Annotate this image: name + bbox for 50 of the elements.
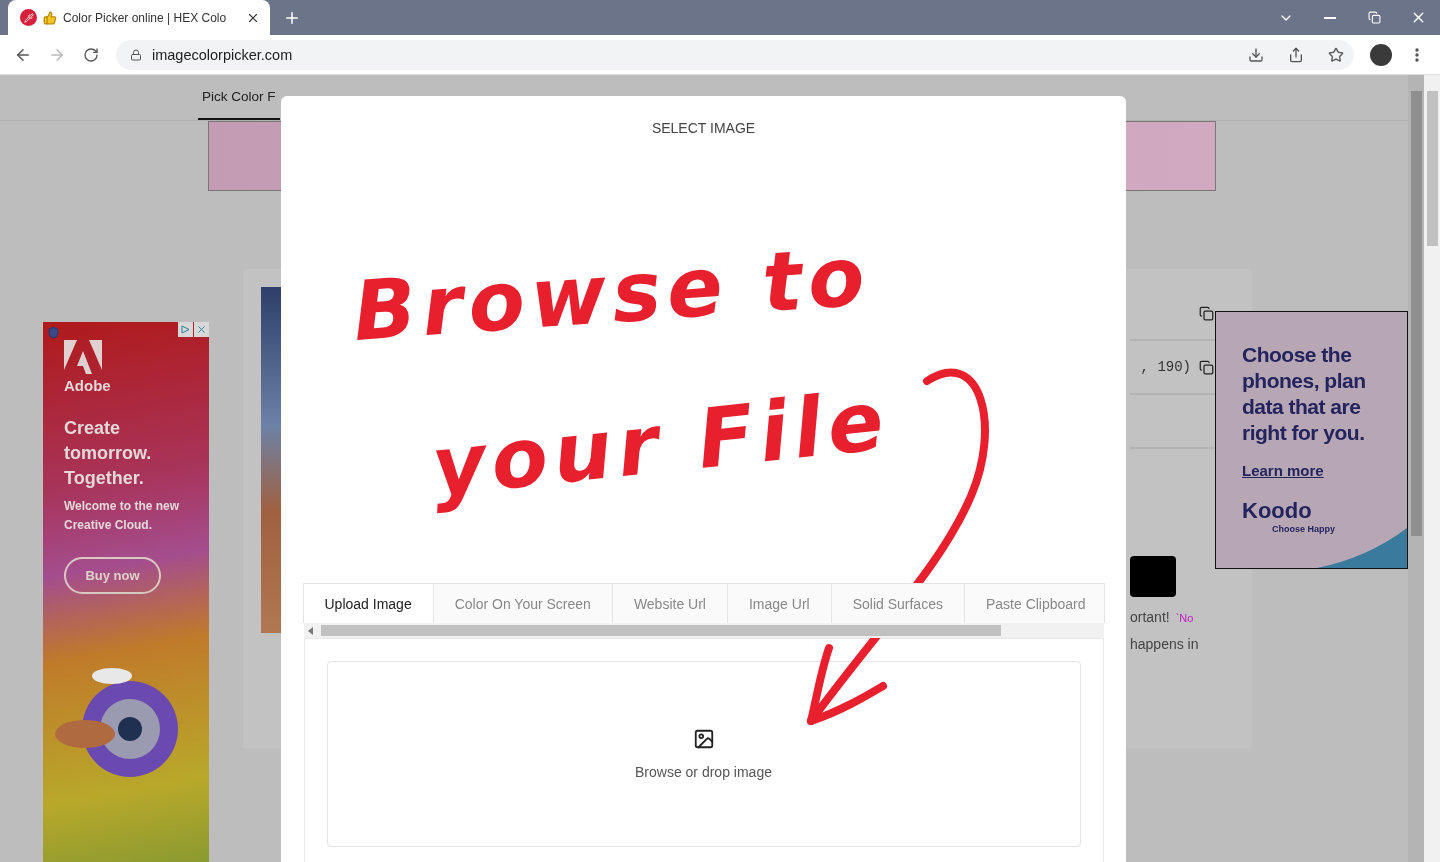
lock-icon	[130, 48, 142, 61]
more-icon	[1415, 47, 1419, 62]
download-icon[interactable]	[1248, 46, 1264, 63]
drop-zone[interactable]: Browse or drop image	[326, 661, 1081, 847]
scrollbar-thumb[interactable]	[1426, 91, 1438, 246]
source-tab[interactable]: Solid Surfaces	[831, 584, 965, 623]
share-icon[interactable]	[1288, 46, 1304, 63]
copy-icon[interactable]	[1199, 305, 1214, 321]
pipette-icon	[20, 9, 37, 26]
tab-title: Color Picker online | HEX Colo	[63, 10, 228, 25]
handwritten-note: your File	[427, 372, 894, 515]
ad-headline: Choose the phones, plan data that are right for you.	[1242, 342, 1367, 446]
ad-tagline: Choose Happy	[1272, 524, 1336, 534]
scrollbar[interactable]	[1408, 75, 1424, 862]
scroll-left-icon[interactable]	[307, 626, 313, 635]
drop-zone-label: Browse or drop image	[635, 764, 772, 780]
browser-tab[interactable]: Color Picker online | HEX Colo	[8, 0, 270, 35]
source-tab[interactable]: Color On Your Screen	[433, 584, 613, 623]
star-icon[interactable]	[1328, 46, 1344, 63]
source-tab[interactable]: Website Url	[612, 584, 728, 623]
scrollbar-thumb[interactable]	[320, 625, 1001, 636]
ad-brand: Adobe	[64, 377, 112, 394]
profile-avatar[interactable]	[1370, 43, 1392, 66]
note-text: ortant! `No	[1130, 611, 1195, 624]
buy-button[interactable]: Buy now	[64, 557, 161, 594]
scrollbar[interactable]	[303, 623, 1104, 638]
address-bar[interactable]: imagecolorpicker.com	[116, 39, 1354, 70]
logo-icon	[64, 340, 102, 374]
scrollbar[interactable]	[1424, 75, 1440, 862]
color-value: , 190)	[1140, 359, 1191, 375]
play-icon[interactable]	[178, 322, 193, 337]
restore-icon	[1367, 11, 1381, 24]
handwritten-note: Browse to	[350, 228, 874, 359]
note-text: happens in	[1130, 638, 1200, 650]
nav-link[interactable]: Pick Color F	[198, 75, 280, 120]
ad-headline: Create tomorrow. Together.	[64, 417, 153, 490]
scrollbar-thumb[interactable]	[1410, 91, 1422, 536]
image-icon	[692, 728, 715, 750]
dialog-title: SELECT IMAGE	[651, 120, 756, 136]
url-text: imagecolorpicker.com	[152, 46, 294, 63]
source-tab[interactable]: Paste Clipboard	[964, 584, 1104, 623]
thumbs-up-icon	[43, 10, 57, 25]
ad-brand: Koodo	[1242, 498, 1313, 524]
shield-icon	[47, 326, 60, 339]
source-tab[interactable]: Image Url	[727, 584, 832, 623]
ad-subtext: Welcome to the new Creative Cloud.	[64, 498, 181, 534]
copy-icon[interactable]	[1199, 359, 1214, 375]
minimize-icon	[1324, 16, 1336, 19]
learn-more-link[interactable]: Learn more	[1242, 462, 1324, 479]
reload-icon	[83, 46, 99, 63]
